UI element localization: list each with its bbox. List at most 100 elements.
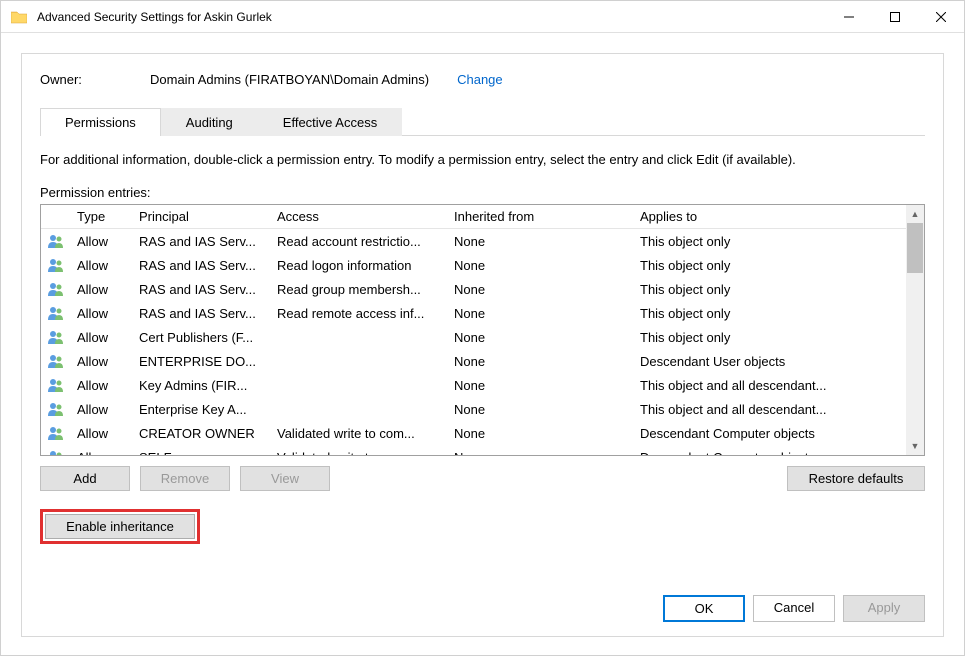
cell-inherited: None xyxy=(448,258,634,273)
tabs: Permissions Auditing Effective Access xyxy=(40,107,925,136)
cell-inherited: None xyxy=(448,354,634,369)
cell-applies: Descendant User objects xyxy=(634,354,906,369)
cell-inherited: None xyxy=(448,306,634,321)
cell-access: Validated write to com... xyxy=(271,426,448,441)
apply-button[interactable]: Apply xyxy=(843,595,925,622)
principal-icon xyxy=(41,378,71,392)
tab-permissions[interactable]: Permissions xyxy=(40,108,161,136)
window-title: Advanced Security Settings for Askin Gur… xyxy=(37,10,826,24)
add-button[interactable]: Add xyxy=(40,466,130,491)
col-principal[interactable]: Principal xyxy=(133,209,271,224)
cell-inherited: None xyxy=(448,450,634,456)
info-text: For additional information, double-click… xyxy=(40,152,925,167)
cell-applies: This object only xyxy=(634,306,906,321)
maximize-button[interactable] xyxy=(872,1,918,32)
view-button[interactable]: View xyxy=(240,466,330,491)
table-row[interactable]: AllowSELFValidated write to com...NoneDe… xyxy=(41,445,924,455)
close-button[interactable] xyxy=(918,1,964,32)
table-row[interactable]: AllowRAS and IAS Serv...Read remote acce… xyxy=(41,301,924,325)
table-row[interactable]: AllowRAS and IAS Serv...Read account res… xyxy=(41,229,924,253)
cell-type: Allow xyxy=(71,306,133,321)
cell-applies: Descendant Computer objects xyxy=(634,450,906,456)
minimize-button[interactable] xyxy=(826,1,872,32)
principal-icon xyxy=(41,258,71,272)
cell-type: Allow xyxy=(71,450,133,456)
cell-inherited: None xyxy=(448,234,634,249)
principal-icon xyxy=(41,426,71,440)
cell-type: Allow xyxy=(71,234,133,249)
col-inherited[interactable]: Inherited from xyxy=(448,209,634,224)
cell-access: Read remote access inf... xyxy=(271,306,448,321)
tab-effective-access[interactable]: Effective Access xyxy=(258,108,402,136)
cell-applies: This object and all descendant... xyxy=(634,378,906,393)
principal-icon xyxy=(41,354,71,368)
cell-principal: RAS and IAS Serv... xyxy=(133,282,271,297)
cell-inherited: None xyxy=(448,330,634,345)
cell-type: Allow xyxy=(71,402,133,417)
cell-principal: Enterprise Key A... xyxy=(133,402,271,417)
principal-icon xyxy=(41,282,71,296)
cell-principal: RAS and IAS Serv... xyxy=(133,306,271,321)
cell-principal: Key Admins (FIR... xyxy=(133,378,271,393)
cell-principal: SELF xyxy=(133,450,271,456)
cell-type: Allow xyxy=(71,426,133,441)
cell-principal: ENTERPRISE DO... xyxy=(133,354,271,369)
cell-principal: RAS and IAS Serv... xyxy=(133,258,271,273)
enable-inheritance-highlight: Enable inheritance xyxy=(40,509,200,544)
principal-icon xyxy=(41,330,71,344)
scroll-up-icon[interactable]: ▲ xyxy=(906,205,924,223)
table-row[interactable]: AllowENTERPRISE DO... NoneDescendant User… xyxy=(41,349,924,373)
cell-principal: CREATOR OWNER xyxy=(133,426,271,441)
table-row[interactable]: AllowCREATOR OWNERValidated write to com… xyxy=(41,421,924,445)
cell-access: Validated write to com... xyxy=(271,450,448,456)
owner-label: Owner: xyxy=(40,72,150,87)
principal-icon xyxy=(41,234,71,248)
col-type[interactable]: Type xyxy=(71,209,133,224)
ok-button[interactable]: OK xyxy=(663,595,745,622)
cell-inherited: None xyxy=(448,378,634,393)
table-row[interactable]: AllowKey Admins (FIR... NoneThis object a… xyxy=(41,373,924,397)
cell-inherited: None xyxy=(448,426,634,441)
principal-icon xyxy=(41,450,71,455)
cancel-button[interactable]: Cancel xyxy=(753,595,835,622)
cell-applies: Descendant Computer objects xyxy=(634,426,906,441)
cell-applies: This object only xyxy=(634,234,906,249)
cell-type: Allow xyxy=(71,258,133,273)
tab-auditing[interactable]: Auditing xyxy=(161,108,258,136)
cell-principal: Cert Publishers (F... xyxy=(133,330,271,345)
cell-type: Allow xyxy=(71,354,133,369)
cell-applies: This object only xyxy=(634,258,906,273)
table-row[interactable]: AllowRAS and IAS Serv...Read group membe… xyxy=(41,277,924,301)
cell-access: Read account restrictio... xyxy=(271,234,448,249)
owner-row: Owner: Domain Admins (FIRATBOYAN\Domain … xyxy=(40,72,925,87)
col-applies[interactable]: Applies to xyxy=(634,209,906,224)
cell-applies: This object and all descendant... xyxy=(634,402,906,417)
cell-type: Allow xyxy=(71,330,133,345)
scrollbar[interactable]: ▲ ▼ xyxy=(906,205,924,455)
main-panel: Owner: Domain Admins (FIRATBOYAN\Domain … xyxy=(21,53,944,637)
principal-icon xyxy=(41,402,71,416)
cell-type: Allow xyxy=(71,378,133,393)
restore-defaults-button[interactable]: Restore defaults xyxy=(787,466,925,491)
scroll-thumb[interactable] xyxy=(907,223,923,273)
cell-type: Allow xyxy=(71,282,133,297)
entries-label: Permission entries: xyxy=(40,185,925,200)
table-body: AllowRAS and IAS Serv...Read account res… xyxy=(41,229,924,455)
titlebar: Advanced Security Settings for Askin Gur… xyxy=(1,1,964,33)
table-row[interactable]: AllowEnterprise Key A... NoneThis object … xyxy=(41,397,924,421)
col-access[interactable]: Access xyxy=(271,209,448,224)
enable-inheritance-button[interactable]: Enable inheritance xyxy=(45,514,195,539)
cell-inherited: None xyxy=(448,282,634,297)
remove-button[interactable]: Remove xyxy=(140,466,230,491)
folder-icon xyxy=(11,10,27,24)
table-row[interactable]: AllowRAS and IAS Serv...Read logon infor… xyxy=(41,253,924,277)
cell-applies: This object only xyxy=(634,330,906,345)
scroll-down-icon[interactable]: ▼ xyxy=(906,437,924,455)
cell-inherited: None xyxy=(448,402,634,417)
change-owner-link[interactable]: Change xyxy=(457,72,503,87)
table-row[interactable]: AllowCert Publishers (F... NoneThis objec… xyxy=(41,325,924,349)
cell-access: Read group membersh... xyxy=(271,282,448,297)
table-header: Type Principal Access Inherited from App… xyxy=(41,205,924,229)
permission-table: Type Principal Access Inherited from App… xyxy=(40,204,925,456)
cell-applies: This object only xyxy=(634,282,906,297)
